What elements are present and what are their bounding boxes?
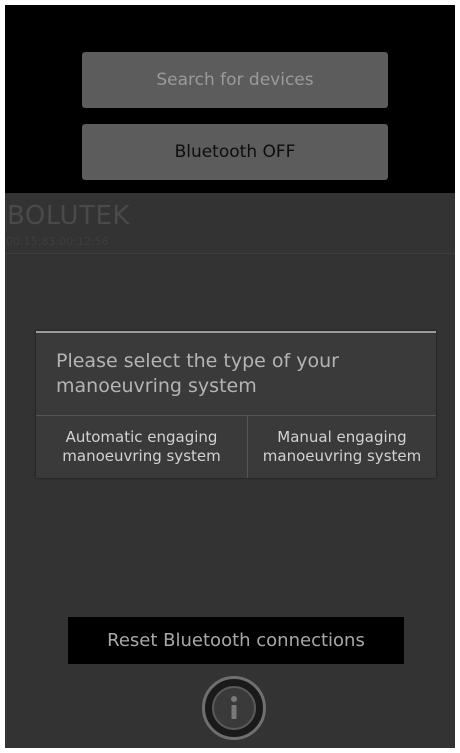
- manoeuvring-type-dialog: Please select the type of your manoeuvri…: [36, 331, 436, 478]
- device-mac-address: 00:15:83:00:12:56: [6, 235, 109, 248]
- list-divider: [5, 253, 455, 254]
- manual-engaging-line1: Manual engaging: [277, 428, 407, 446]
- automatic-engaging-line2: manoeuvring system: [62, 447, 221, 465]
- info-button[interactable]: [202, 676, 266, 740]
- search-devices-button[interactable]: Search for devices: [82, 52, 388, 108]
- reset-bluetooth-button[interactable]: Reset Bluetooth connections: [68, 617, 404, 664]
- device-name[interactable]: BOLUTEK: [7, 201, 130, 231]
- app-screen: Search for devices Bluetooth OFF BOLUTEK…: [5, 5, 455, 748]
- dialog-title: Please select the type of your manoeuvri…: [56, 350, 339, 397]
- info-icon: [212, 686, 256, 730]
- automatic-engaging-line1: Automatic engaging: [65, 428, 218, 446]
- bluetooth-toggle-button[interactable]: Bluetooth OFF: [82, 124, 388, 180]
- dialog-top-border: [36, 331, 436, 333]
- manual-engaging-button[interactable]: Manual engaging manoeuvring system: [248, 416, 436, 478]
- manual-engaging-line2: manoeuvring system: [262, 447, 422, 465]
- automatic-engaging-button[interactable]: Automatic engaging manoeuvring system: [36, 416, 247, 478]
